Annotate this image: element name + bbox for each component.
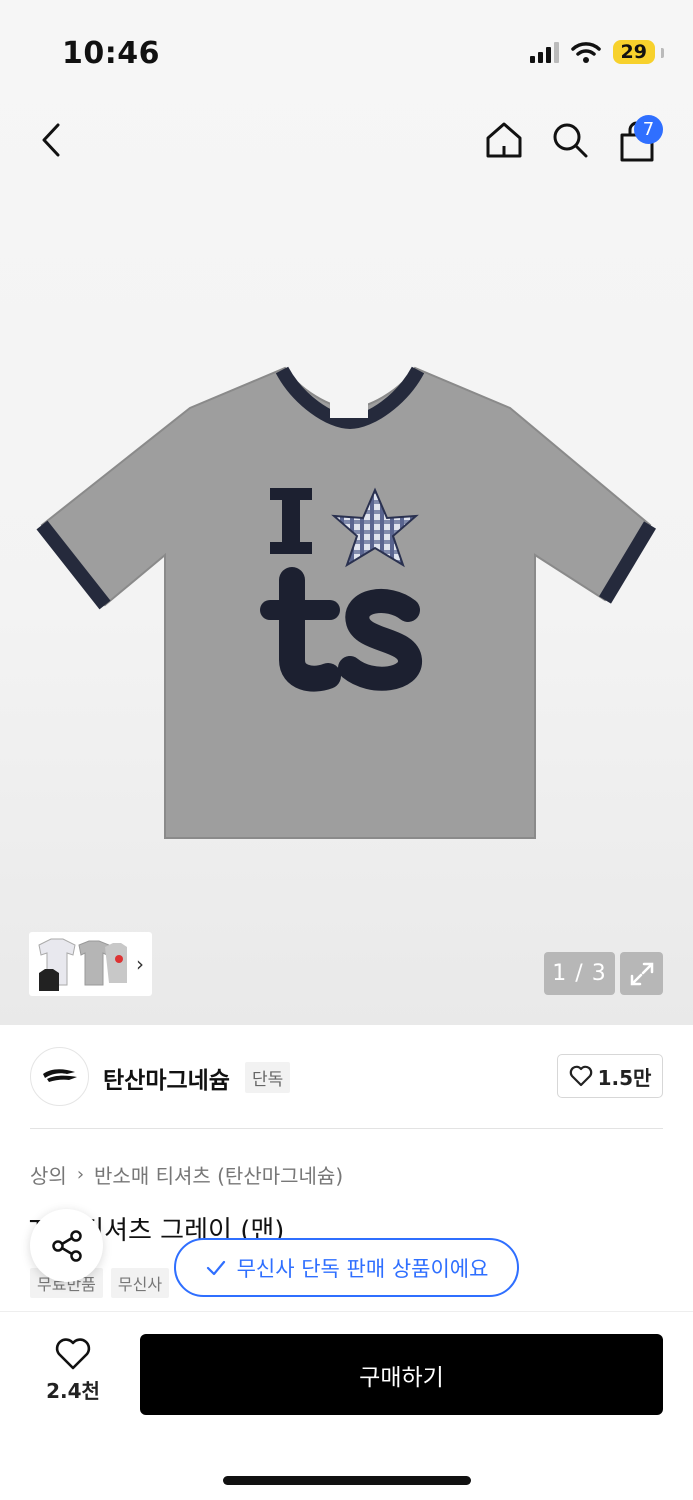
check-icon [206, 1260, 225, 1275]
expand-icon [630, 962, 653, 985]
brand-logo-mark [42, 1068, 77, 1082]
exclusive-tag: 단독 [245, 1062, 291, 1093]
exclusive-toast: 무신사 단독 판매 상품이에요 [174, 1238, 519, 1297]
home-icon [486, 122, 522, 158]
brand-logo[interactable] [30, 1047, 89, 1106]
signal-icon [529, 41, 559, 63]
toast-text: 무신사 단독 판매 상품이에요 [236, 1256, 489, 1281]
back-icon [42, 123, 60, 157]
status-icons: 29 [529, 40, 665, 64]
brand-like-count: 1.5만 [597, 1065, 652, 1090]
wish-count: 2.4천 [46, 1379, 100, 1403]
buy-button[interactable]: 구매하기 [140, 1334, 663, 1415]
thumbnail-image [38, 938, 127, 991]
product-image [36, 366, 657, 839]
search-icon [553, 123, 588, 158]
search-button[interactable] [545, 115, 595, 165]
breadcrumb-subcategory[interactable]: 반소매 티셔츠 (탄산마그네슘) [94, 1160, 343, 1189]
divider [30, 1128, 663, 1129]
wifi-icon [570, 42, 601, 63]
back-button[interactable] [27, 115, 77, 165]
chevron-right-icon: › [136, 952, 144, 976]
brand-like-button[interactable]: 1.5만 [557, 1054, 663, 1098]
thumbnail-strip[interactable]: › [29, 932, 152, 996]
home-button[interactable] [479, 115, 529, 165]
breadcrumb: 상의 › 반소매 티셔츠 (탄산마그네슘) [30, 1160, 343, 1189]
breadcrumb-category[interactable]: 상의 [30, 1160, 67, 1189]
wish-button[interactable]: 2.4천 [30, 1337, 116, 1412]
chevron-right-icon: › [76, 1164, 85, 1185]
battery-indicator: 29 [612, 40, 665, 64]
share-icon [51, 1229, 82, 1262]
heart-icon [55, 1338, 91, 1370]
share-button[interactable] [30, 1209, 103, 1282]
brand-name[interactable]: 탄산마그네슘 [103, 1061, 230, 1095]
cart-badge: 7 [634, 115, 663, 144]
home-indicator [223, 1476, 471, 1485]
badge-musinsa: 무신사 [110, 1268, 170, 1298]
heart-icon [569, 1065, 592, 1087]
status-time: 10:46 [62, 36, 160, 71]
expand-button[interactable] [620, 952, 663, 995]
gallery-pager: 1 / 3 [544, 952, 615, 995]
